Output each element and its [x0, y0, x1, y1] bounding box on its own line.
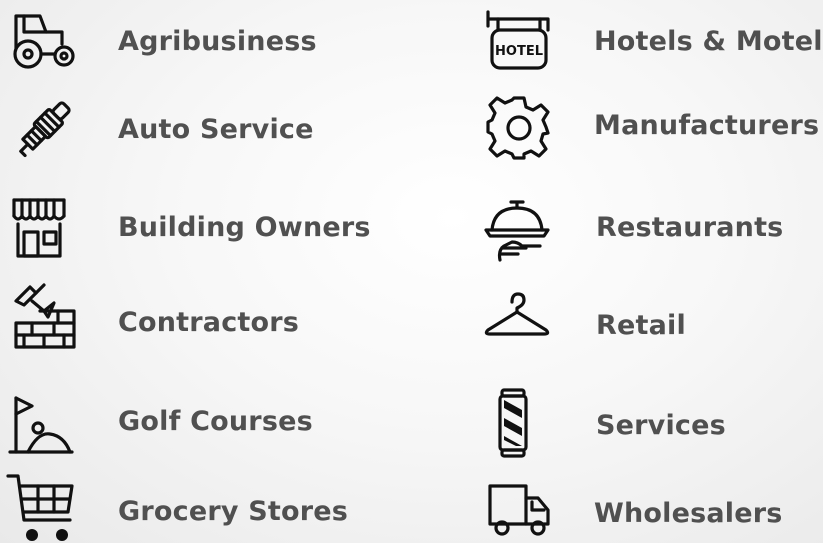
industry-label: Hotels & Motels [594, 26, 823, 57]
hanger-icon [480, 292, 554, 336]
trowel-bricks-icon [10, 283, 78, 351]
industry-label: Grocery Stores [118, 496, 349, 527]
industry-label: Services [596, 410, 726, 441]
shopping-cart-icon [6, 472, 76, 543]
cloche-icon [482, 194, 552, 264]
industry-label: Golf Courses [118, 406, 313, 437]
delivery-truck-icon [486, 480, 552, 536]
industry-label: Agribusiness [118, 26, 317, 57]
barber-pole-icon [496, 388, 530, 458]
industry-label: Retail [596, 310, 686, 341]
industry-label: Building Owners [118, 212, 371, 243]
gear-icon [486, 94, 552, 160]
tractor-icon [10, 10, 76, 70]
industry-label: Restaurants [596, 212, 784, 243]
hotel-sign-text: HOTEL [495, 44, 543, 59]
storefront-icon [10, 196, 68, 260]
industry-label: Auto Service [118, 114, 314, 145]
industry-label: Manufacturers [594, 110, 820, 141]
industry-label: Contractors [118, 307, 300, 338]
spark-plug-icon [10, 98, 74, 162]
hotel-sign-icon: HOTEL [484, 10, 552, 72]
golf-flag-icon [8, 392, 74, 456]
industry-label: Wholesalers [594, 498, 783, 529]
